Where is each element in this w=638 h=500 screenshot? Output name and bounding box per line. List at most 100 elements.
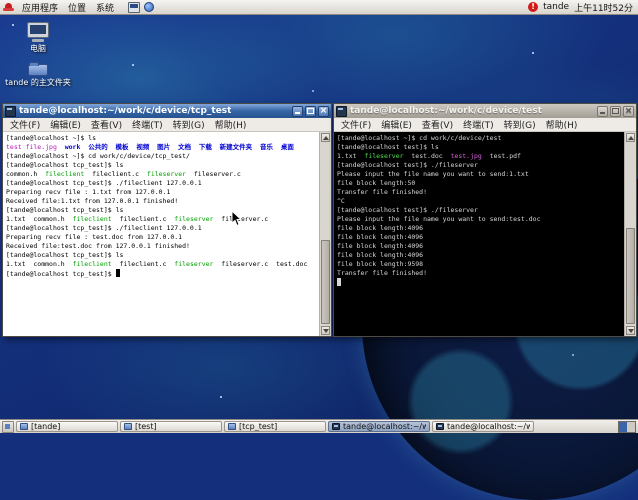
menu-item[interactable]: 查看(V) — [417, 118, 458, 131]
terminal-line: [tande@localhost test]$ ./fileserver — [337, 206, 478, 214]
minimize-button[interactable] — [292, 105, 303, 117]
menu-item[interactable]: 转到(G) — [168, 118, 210, 131]
terminal-icon — [436, 423, 444, 430]
maximize-button[interactable] — [610, 105, 621, 117]
desktop-icon-home[interactable]: tande 的主文件夹 — [2, 62, 74, 87]
taskbar-button[interactable]: [tande] — [16, 421, 118, 432]
menu-item[interactable]: 位置 — [63, 1, 91, 14]
desktop-icon-label: tande 的主文件夹 — [5, 78, 71, 87]
folder-icon — [228, 423, 236, 430]
terminal-window-icon — [336, 105, 347, 117]
redhat-menu-icon[interactable] — [3, 2, 14, 12]
titlebar[interactable]: tande@localhost:~/work/c/device/test × — [334, 104, 636, 118]
minimize-button[interactable] — [597, 105, 608, 117]
terminal-line: file block length:4096 — [337, 251, 424, 259]
panel-menus: 应用程序 位置 系统 — [17, 1, 119, 14]
taskbar-button[interactable]: tande@localhost:~/work... — [328, 421, 430, 432]
menu-item[interactable]: 查看(V) — [86, 118, 127, 131]
terminal-menubar: 文件(F) 编辑(E) 查看(V) 终端(T) 转到(G) 帮助(H) — [3, 118, 331, 132]
window-controls: × — [597, 105, 634, 117]
taskbar-button[interactable]: [test] — [120, 421, 222, 432]
menu-item[interactable]: 转到(G) — [499, 118, 541, 131]
terminal-line: [tande@localhost tcp_test]$ — [6, 269, 316, 278]
terminal-line: Transfer file finished! — [337, 188, 428, 196]
workspace-current[interactable] — [619, 421, 627, 432]
terminal-line: [tande@localhost tcp_test]$ ls — [6, 161, 124, 169]
taskbar: [tande] [test] [tcp_test] tande@localhost:~… — [0, 419, 638, 433]
titlebar[interactable]: tande@localhost:~/work/c/device/tcp_test… — [3, 104, 331, 118]
menu-item[interactable]: 终端(T) — [127, 118, 168, 131]
terminal-line: Preparing recv file : 1.txt from 127.0.0… — [6, 188, 171, 196]
menu-item[interactable]: 应用程序 — [17, 1, 63, 14]
folder-icon — [124, 423, 132, 430]
user-switcher[interactable]: tande — [543, 2, 569, 12]
folder-icon — [20, 423, 28, 430]
terminal-line: [tande@localhost ~]$ cd work/c/device/tc… — [6, 152, 190, 160]
menu-item[interactable]: 文件(F) — [5, 118, 45, 131]
scrollbar-thumb[interactable] — [626, 228, 635, 324]
terminal-cursor — [115, 269, 120, 277]
scrollbar[interactable] — [319, 132, 331, 336]
clock[interactable]: 上午11时52分 — [574, 1, 633, 14]
terminal-line: file block length:4096 — [337, 224, 424, 232]
scroll-up-icon[interactable] — [626, 133, 635, 142]
computer-icon — [6, 22, 70, 42]
update-alert-icon[interactable] — [528, 2, 539, 12]
panel-right: tande 上午11时52分 — [528, 1, 638, 14]
taskbar-button-label: tande@localhost:~/work... — [343, 422, 426, 431]
terminal-launcher-icon[interactable] — [128, 1, 141, 13]
terminal-line: Transfer file finished! — [337, 269, 428, 277]
terminal-line: ^C — [337, 197, 345, 205]
close-button[interactable]: × — [318, 105, 329, 117]
taskbar-button-label: tande@localhost:~/work — [447, 422, 530, 431]
panel-left: 应用程序 位置 系统 — [0, 1, 155, 14]
terminal-line: 1.txt common.h fileclient fileclient.c f… — [6, 260, 308, 268]
scroll-up-icon[interactable] — [321, 133, 330, 142]
terminal-line: test file.jpg work 公共的 模板 视频 图片 文档 下载 新建… — [6, 143, 294, 151]
menu-item[interactable]: 终端(T) — [458, 118, 499, 131]
terminal-line: [tande@localhost tcp_test]$ ls — [6, 251, 124, 259]
maximize-button[interactable] — [305, 105, 316, 117]
terminal-line: [tande@localhost tcp_test]$ ./fileclient… — [6, 224, 202, 232]
show-desktop-icon[interactable] — [2, 420, 14, 433]
terminal-line: file block length:9598 — [337, 260, 424, 268]
workspace-switcher[interactable] — [618, 420, 636, 433]
terminal-line: [tande@localhost tcp_test]$ ./fileclient… — [6, 179, 202, 187]
menu-item[interactable]: 编辑(E) — [45, 118, 86, 131]
taskbar-button[interactable]: [tcp_test] — [224, 421, 326, 432]
menu-item[interactable]: 帮助(H) — [541, 118, 583, 131]
menu-item[interactable]: 编辑(E) — [376, 118, 417, 131]
terminal-screen[interactable]: [tande@localhost ~]$ ls test file.jpg wor… — [3, 132, 331, 336]
taskbar-button-label: [tande] — [31, 422, 61, 431]
taskbar-button[interactable]: tande@localhost:~/work — [432, 421, 534, 432]
terminal-line: file block length:4096 — [337, 233, 424, 241]
terminal-line: Received file:test.doc from 127.0.0.1 fi… — [6, 242, 190, 250]
terminal-window-icon — [5, 105, 16, 117]
terminal-line: 1.txt common.h fileclient fileclient.c f… — [6, 215, 269, 223]
window-title: tande@localhost:~/work/c/device/tcp_test — [19, 106, 232, 116]
menu-item[interactable]: 系统 — [91, 1, 119, 14]
menu-item[interactable]: 帮助(H) — [210, 118, 252, 131]
close-button[interactable]: × — [623, 105, 634, 117]
browser-launcher-icon[interactable] — [144, 2, 155, 12]
taskbar-buttons: [tande] [test] [tcp_test] tande@localhost:~… — [16, 421, 534, 432]
terminal-line: Please input the file name you want to s… — [337, 215, 541, 223]
scroll-down-icon[interactable] — [626, 326, 635, 335]
desktop-icon-computer[interactable]: 电脑 — [6, 22, 70, 53]
terminal-icon — [332, 423, 340, 430]
window-controls: × — [292, 105, 329, 117]
terminal-screen[interactable]: [tande@localhost ~]$ cd work/c/device/te… — [334, 132, 636, 336]
taskbar-button-label: [tcp_test] — [239, 422, 278, 431]
scrollbar-thumb[interactable] — [321, 240, 330, 324]
terminal-menubar: 文件(F) 编辑(E) 查看(V) 终端(T) 转到(G) 帮助(H) — [334, 118, 636, 132]
panel-launchers — [128, 1, 155, 13]
scrollbar[interactable] — [624, 132, 636, 336]
home-folder-icon — [28, 62, 48, 76]
menu-item[interactable]: 文件(F) — [336, 118, 376, 131]
workspace-other[interactable] — [627, 421, 635, 432]
terminal-line: file block length:4096 — [337, 242, 424, 250]
terminal-window-test: tande@localhost:~/work/c/device/test × 文… — [333, 103, 637, 337]
scroll-down-icon[interactable] — [321, 326, 330, 335]
terminal-line: [tande@localhost ~]$ cd work/c/device/te… — [337, 134, 502, 142]
terminal-line: file block length:50 — [337, 179, 416, 187]
